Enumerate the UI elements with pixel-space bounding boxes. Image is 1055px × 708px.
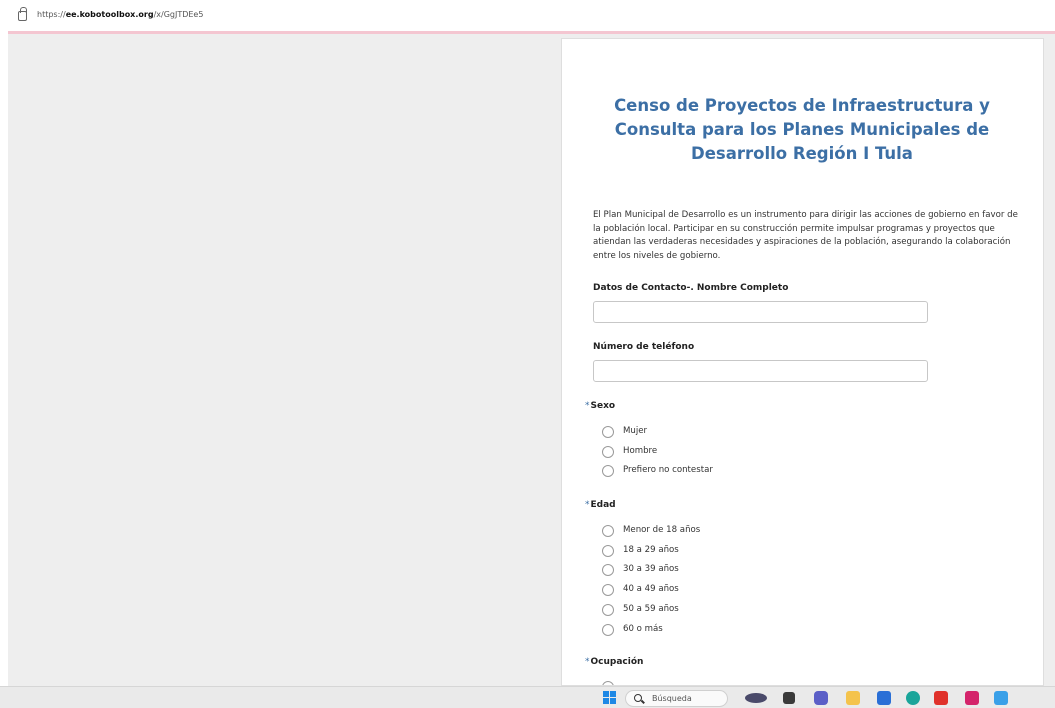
form-title: Censo de Proyectos de Infraestructura y … [614,96,990,163]
option-label: Prefiero no contestar [623,465,713,475]
required-marker: * [585,657,590,667]
option-label: 60 o más [623,624,663,634]
radio-button[interactable] [602,584,614,596]
option-label: 50 a 59 años [623,604,679,614]
option-label: Menor de 18 años [623,525,701,535]
url-prefix: https:// [37,10,66,19]
radio-button[interactable] [602,525,614,537]
question-ocupacion-label: *Ocupación [585,657,643,667]
required-marker: * [585,500,590,510]
taskbar-search[interactable]: Búsqueda [625,690,728,707]
radio-button[interactable] [602,465,614,477]
option-label: Mujer [623,426,648,436]
teams-icon[interactable] [814,691,828,705]
radio-button[interactable] [602,446,614,458]
radio-button[interactable] [602,545,614,557]
indesign-icon[interactable] [965,691,979,705]
windows-taskbar: Búsqueda [0,686,1055,708]
url-text[interactable]: https://ee.kobotoolbox.org/x/GgJTDEe5 [37,10,203,19]
option-label: 30 a 39 años [623,564,679,574]
photos-icon[interactable] [994,691,1008,705]
windows-start-icon[interactable] [603,691,617,705]
question-edad-label: *Edad [585,500,616,510]
radio-button[interactable] [602,604,614,616]
option-label: Hombre [623,446,658,456]
address-bar[interactable]: https://ee.kobotoolbox.org/x/GgJTDEe5 [0,0,1055,31]
lock-icon [18,7,27,21]
eye-app-icon[interactable] [745,693,767,703]
required-marker: * [585,401,590,411]
taskbar-search-text: Búsqueda [652,694,692,703]
question-nombre-label: Datos de Contacto-. Nombre Completo [593,283,789,293]
microsoft-store-icon[interactable] [877,691,891,705]
edge-icon[interactable] [906,691,920,705]
url-domain: ee.kobotoolbox.org [65,10,154,19]
form-card: Censo de Proyectos de Infraestructura y … [561,38,1044,686]
radio-button[interactable] [602,624,614,636]
search-icon [634,694,642,702]
question-edad-text: Edad [590,500,616,510]
option-label: 40 a 49 años [623,584,679,594]
question-telefono-label: Número de teléfono [593,342,695,352]
radio-button[interactable] [602,426,614,438]
nombre-input[interactable] [593,301,928,323]
question-ocupacion-text: Ocupación [590,657,644,667]
question-sexo-label: *Sexo [585,401,615,411]
telefono-input[interactable] [593,360,928,382]
file-explorer-icon[interactable] [846,691,860,705]
url-path: /x/GgJTDEe5 [153,10,204,19]
form-intro: El Plan Municipal de Desarrollo es un in… [593,210,1018,261]
acrobat-icon[interactable] [934,691,948,705]
question-sexo-text: Sexo [590,401,616,411]
radio-button[interactable] [602,564,614,576]
file-viewer-icon[interactable] [783,692,795,704]
option-label: 18 a 29 años [623,545,679,555]
